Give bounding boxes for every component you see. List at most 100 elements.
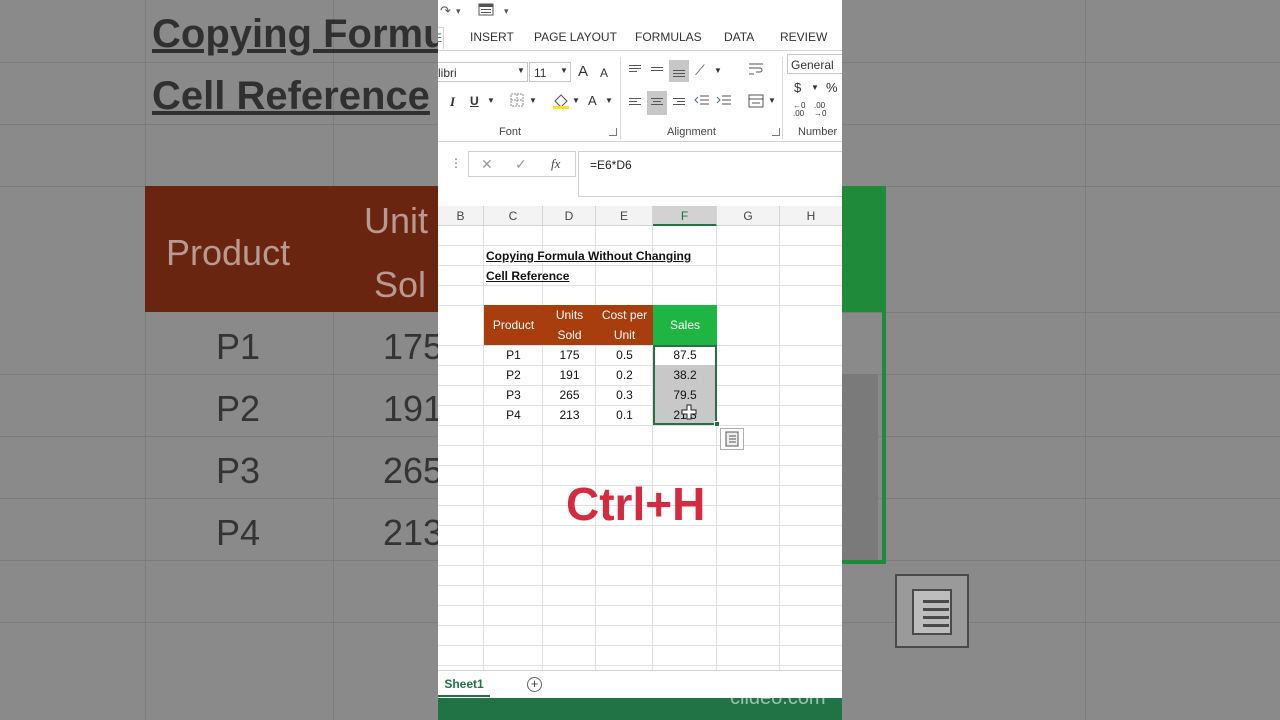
header-cell-product[interactable]: Product bbox=[484, 305, 543, 345]
sheet-title-line1: Copying Formula Without Changing bbox=[486, 249, 692, 263]
align-bottom-icon[interactable] bbox=[669, 60, 689, 82]
chevron-down-icon[interactable]: ▼ bbox=[487, 96, 495, 105]
table-cell[interactable]: 0.2 bbox=[596, 365, 653, 385]
background-cell: P4 bbox=[216, 512, 261, 553]
column-header-f[interactable]: F bbox=[653, 206, 717, 226]
background-title-line2: Cell Reference bbox=[152, 74, 430, 118]
increase-decimal-icon[interactable]: ←0.00 bbox=[793, 102, 805, 118]
background-cell: 213 bbox=[383, 512, 438, 553]
font-color-button[interactable]: A bbox=[588, 93, 597, 108]
background-cell: 175 bbox=[383, 326, 438, 367]
column-header-b[interactable]: B bbox=[438, 206, 484, 226]
table-cell[interactable]: P2 bbox=[484, 365, 543, 385]
background-header-units-1: Unit bbox=[364, 200, 429, 241]
tab-formulas[interactable]: FORMULAS bbox=[635, 30, 702, 44]
column-header-c[interactable]: C bbox=[484, 206, 543, 226]
table-cell[interactable]: P1 bbox=[484, 345, 543, 365]
align-top-icon[interactable] bbox=[625, 60, 645, 80]
column-header-e[interactable]: E bbox=[596, 206, 653, 226]
italic-button[interactable]: I bbox=[450, 94, 455, 110]
header-cell-cost-per-unit[interactable]: Cost per Unit bbox=[596, 305, 653, 345]
sheet-tab-sheet1[interactable]: Sheet1 bbox=[438, 671, 490, 697]
paste-options-icon[interactable] bbox=[720, 428, 744, 450]
tab-page-layout[interactable]: PAGE LAYOUT bbox=[534, 30, 617, 44]
chevron-down-icon[interactable]: ▼ bbox=[605, 96, 613, 105]
number-format-select[interactable]: General bbox=[787, 54, 842, 74]
header-units-label-1: Units bbox=[555, 308, 584, 322]
table-cell[interactable]: P3 bbox=[484, 385, 543, 405]
chevron-down-icon[interactable]: ▼ bbox=[811, 83, 819, 92]
underline-button[interactable]: U bbox=[470, 94, 479, 108]
redo-dropdown-icon[interactable]: ▾ bbox=[456, 6, 461, 17]
font-name-value: libri bbox=[438, 66, 457, 80]
header-cost-label-1: Cost per bbox=[601, 308, 648, 322]
table-cell[interactable]: 0.5 bbox=[596, 345, 653, 365]
cell-grid[interactable] bbox=[438, 226, 842, 670]
insert-function-button[interactable]: fx bbox=[551, 156, 560, 172]
cancel-formula-button[interactable]: ✕ bbox=[481, 156, 493, 173]
table-cell[interactable]: 0.3 bbox=[596, 385, 653, 405]
chevron-down-icon[interactable]: ▼ bbox=[529, 96, 537, 105]
table-cell[interactable]: 87.5 bbox=[653, 345, 717, 365]
header-cell-units-sold[interactable]: Units Sold bbox=[543, 305, 596, 345]
chevron-down-icon[interactable]: ▼ bbox=[572, 96, 580, 105]
header-product-label: Product bbox=[492, 318, 535, 332]
font-name-select[interactable]: libri ▼ bbox=[438, 62, 528, 82]
chevron-down-icon: ▼ bbox=[517, 66, 525, 75]
increase-indent-icon[interactable] bbox=[716, 94, 732, 109]
background-paste-options-icon bbox=[895, 574, 969, 648]
watermark: clideo.com bbox=[730, 687, 826, 709]
chevron-down-icon[interactable]: ▼ bbox=[768, 96, 776, 105]
formula-input[interactable]: =E6*D6 bbox=[578, 151, 842, 197]
tab-insert[interactable]: INSERT bbox=[470, 30, 514, 44]
background-cell: 265 bbox=[383, 450, 438, 491]
orientation-icon[interactable]: ⟋ bbox=[695, 62, 705, 79]
align-center-icon[interactable] bbox=[647, 91, 667, 115]
customize-qat-icon[interactable]: ▾ bbox=[504, 6, 509, 17]
more-options-icon[interactable]: ⋮ bbox=[450, 156, 462, 170]
redo-icon[interactable]: ↷ bbox=[440, 3, 451, 19]
ribbon-tabs: INSERT PAGE LAYOUT FORMULAS DATA REVIEW bbox=[438, 24, 842, 50]
fill-color-icon[interactable] bbox=[552, 93, 570, 112]
table-cell[interactable]: 0.1 bbox=[596, 405, 653, 425]
add-sheet-button[interactable]: + bbox=[527, 677, 542, 692]
font-dialog-launcher-icon[interactable] bbox=[609, 128, 617, 136]
quick-access-toolbar: ↷ ▾ ▾ bbox=[438, 0, 842, 24]
shrink-font-button[interactable]: A bbox=[600, 66, 608, 80]
formula-buttons: ✕ ✓ fx bbox=[468, 151, 576, 177]
group-label-number: Number bbox=[798, 126, 838, 138]
table-cell[interactable]: 265 bbox=[543, 385, 596, 405]
currency-button[interactable]: $ bbox=[794, 80, 801, 95]
align-right-icon[interactable] bbox=[669, 93, 689, 113]
table-cell[interactable]: 213 bbox=[543, 405, 596, 425]
merge-center-icon[interactable] bbox=[748, 94, 764, 111]
decrease-indent-icon[interactable] bbox=[694, 94, 710, 109]
align-left-icon[interactable] bbox=[625, 93, 645, 113]
table-cell[interactable]: 38.2 bbox=[653, 365, 717, 385]
table-cell[interactable]: 175 bbox=[543, 345, 596, 365]
wrap-text-icon[interactable] bbox=[748, 62, 764, 79]
enter-formula-button[interactable]: ✓ bbox=[515, 156, 527, 173]
font-size-select[interactable]: 11 ▼ bbox=[529, 62, 571, 82]
chevron-down-icon[interactable]: ▼ bbox=[714, 66, 722, 75]
percent-button[interactable]: % bbox=[826, 80, 838, 95]
grow-font-button[interactable]: A bbox=[578, 63, 588, 80]
table-cell[interactable]: 79.5 bbox=[653, 385, 717, 405]
tab-review[interactable]: REVIEW bbox=[780, 30, 827, 44]
tab-data[interactable]: DATA bbox=[724, 30, 754, 44]
background-cell: P3 bbox=[216, 450, 261, 491]
borders-icon[interactable] bbox=[510, 93, 524, 110]
align-middle-icon[interactable] bbox=[647, 60, 667, 80]
alignment-dialog-launcher-icon[interactable] bbox=[772, 128, 780, 136]
fill-handle[interactable] bbox=[714, 421, 720, 427]
decrease-decimal-icon[interactable]: .00 →0 bbox=[814, 102, 826, 118]
background-cell: P1 bbox=[216, 326, 261, 367]
table-cell[interactable]: 191 bbox=[543, 365, 596, 385]
header-cell-sales[interactable]: Sales bbox=[653, 305, 717, 345]
column-header-d[interactable]: D bbox=[543, 206, 596, 226]
table-cell[interactable]: P4 bbox=[484, 405, 543, 425]
form-icon[interactable] bbox=[478, 3, 494, 19]
column-header-g[interactable]: G bbox=[717, 206, 780, 226]
column-header-h[interactable]: H bbox=[780, 206, 842, 226]
header-cost-label-2: Unit bbox=[613, 328, 636, 342]
